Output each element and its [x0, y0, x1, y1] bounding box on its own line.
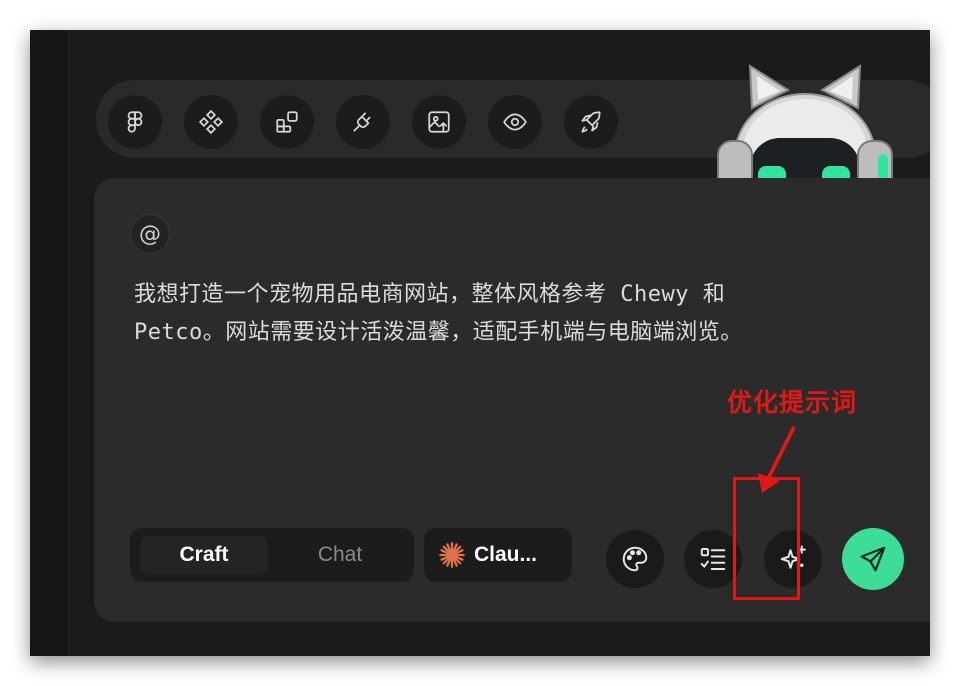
mode-toggle: Craft Chat: [130, 528, 414, 582]
app-window: @ 我想打造一个宠物用品电商网站，整体风格参考 Chewy 和 Petco。网站…: [30, 30, 930, 656]
checklist-button[interactable]: [684, 530, 742, 588]
eye-icon: [503, 113, 527, 131]
send-icon: [860, 546, 886, 572]
send-button[interactable]: [842, 528, 904, 590]
rocket-icon: [581, 111, 601, 133]
tab-craft[interactable]: Craft: [140, 536, 268, 574]
image-upload-icon: [428, 111, 450, 133]
annotation-label: 优化提示词: [727, 388, 858, 417]
theme-button[interactable]: [606, 530, 664, 588]
deploy-button[interactable]: [564, 95, 618, 149]
components-icon: [198, 109, 224, 135]
plug-icon: [353, 112, 371, 132]
preview-button[interactable]: [488, 95, 542, 149]
palette-icon: [622, 546, 648, 572]
optimize-prompt-button[interactable]: [764, 530, 822, 588]
prompt-composer: @ 我想打造一个宠物用品电商网站，整体风格参考 Chewy 和 Petco。网站…: [94, 178, 930, 622]
mention-button[interactable]: @: [130, 214, 170, 254]
left-rail: [30, 30, 69, 656]
widgets-button[interactable]: [260, 95, 314, 149]
model-select-button[interactable]: Clau...: [424, 528, 572, 582]
widgets-icon: [276, 111, 298, 133]
image-upload-button[interactable]: [412, 95, 466, 149]
claude-logo-icon: [439, 542, 465, 568]
annotation-arrow-icon: [758, 426, 796, 493]
checklist-icon: [700, 548, 726, 570]
figma-icon: [127, 111, 143, 133]
tab-chat[interactable]: Chat: [276, 536, 404, 574]
figma-button[interactable]: [108, 95, 162, 149]
plugin-button[interactable]: [336, 95, 390, 149]
prompt-text-input[interactable]: 我想打造一个宠物用品电商网站，整体风格参考 Chewy 和 Petco。网站需要…: [134, 276, 844, 352]
prompt-line-1: 我想打造一个宠物用品电商网站，整体风格参考 Chewy 和: [134, 282, 726, 307]
prompt-line-2: Petco。网站需要设计活泼温馨，适配手机端与电脑端浏览。: [134, 320, 743, 345]
components-button[interactable]: [184, 95, 238, 149]
at-icon: @: [139, 221, 161, 247]
model-label: Clau...: [474, 543, 538, 566]
sparkle-plus-icon: [780, 545, 806, 569]
